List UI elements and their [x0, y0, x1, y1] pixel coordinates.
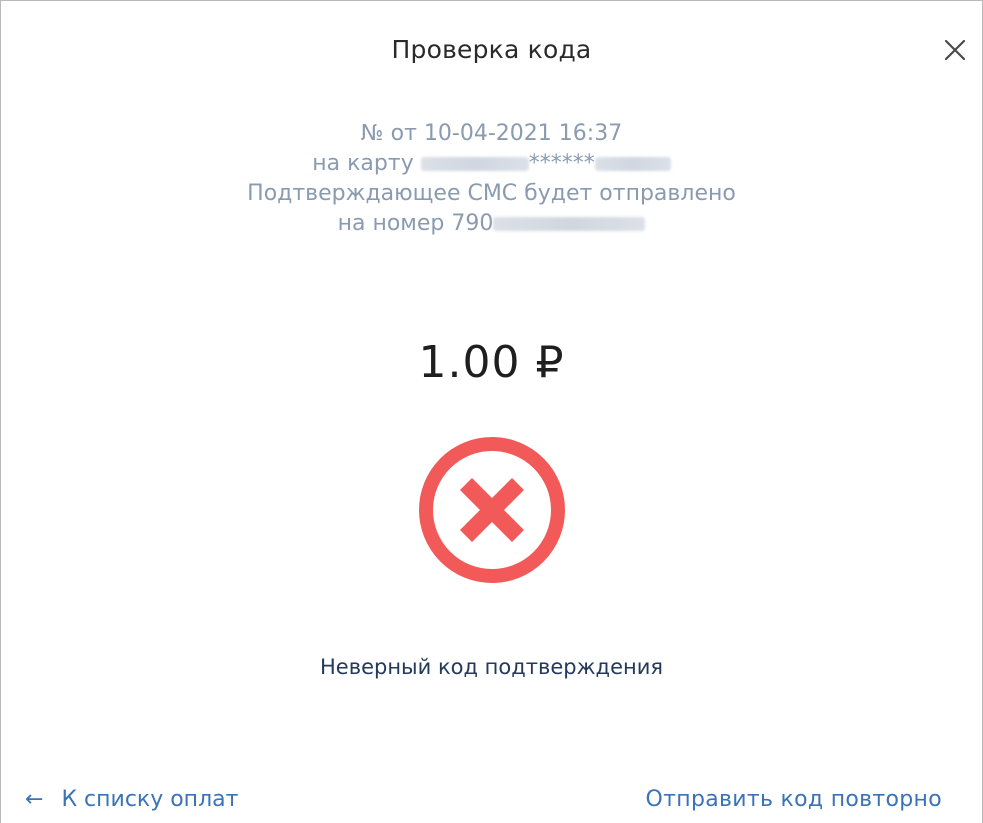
phone-line: на номер 790: [1, 209, 982, 239]
dialog-title: Проверка кода: [391, 35, 592, 64]
phone-number-blurred: [493, 217, 646, 231]
payment-info: № от 10-04-2021 16:37 на карту ****** По…: [1, 119, 982, 239]
arrow-left-icon: ←: [25, 787, 44, 812]
payment-amount: 1.00 ₽: [418, 337, 565, 388]
phone-prefix: на номер 790: [337, 211, 494, 236]
card-line: на карту ******: [1, 149, 982, 179]
code-check-dialog: Проверка кода № от 10-04-2021 16:37 на к…: [0, 0, 983, 823]
resend-code-link[interactable]: Отправить код повторно: [646, 787, 942, 812]
card-prefix: на карту: [312, 151, 414, 176]
card-number-blurred-start: [420, 157, 529, 171]
card-number-blurred-end: [594, 157, 671, 171]
payment-date-line: № от 10-04-2021 16:37: [360, 121, 623, 146]
error-message: Неверный код подтверждения: [319, 655, 664, 679]
back-link-label: К списку оплат: [61, 787, 239, 812]
sms-notice-line: Подтверждающее СМС будет отправлено: [247, 181, 736, 206]
error-circle-x-icon: [417, 435, 567, 585]
card-mask: ******: [528, 151, 595, 176]
close-icon[interactable]: [940, 35, 970, 65]
back-to-payments-link[interactable]: ← К списку оплат: [25, 787, 238, 812]
